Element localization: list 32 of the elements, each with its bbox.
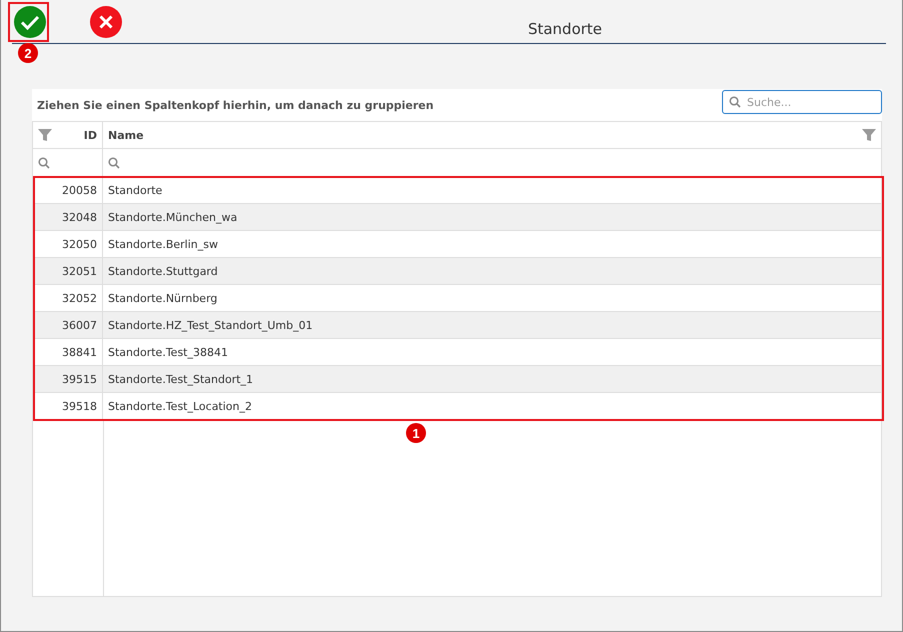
- cancel-button[interactable]: [88, 4, 124, 40]
- table-cell: 36007: [33, 312, 103, 338]
- search-icon: [38, 156, 50, 168]
- table-cell: 32048: [33, 204, 103, 230]
- table-cell: 32052: [33, 285, 103, 311]
- table-cell: 20058: [33, 177, 103, 203]
- search-icon: [729, 96, 741, 108]
- table-cell-text: Standorte: [107, 182, 164, 198]
- table-cell-text: Standorte.Test_Standort_1: [107, 372, 254, 388]
- filter-icon[interactable]: [862, 128, 876, 142]
- confirm-button[interactable]: [12, 4, 48, 40]
- table-cell-text: Standorte.Nürnberg: [107, 290, 218, 306]
- table-cell-text: Standorte.Test_38841: [107, 344, 229, 361]
- search-icon: [108, 156, 120, 168]
- table-cell-text: Standorte.München_wa: [107, 210, 238, 226]
- filter-icon[interactable]: [38, 128, 52, 142]
- table-cell: 39515: [33, 366, 103, 392]
- table-cell-text: Standorte.HZ_Test_Standort_Umb_01: [107, 318, 314, 334]
- table-cell: 32051: [33, 258, 103, 284]
- table-cell: 32050: [33, 231, 103, 257]
- column-header[interactable]: Name: [108, 128, 144, 142]
- table-cell-text: Standorte.Test_Location_2: [107, 398, 254, 415]
- window-title: Standorte: [526, 20, 604, 38]
- table-cell-text: Standorte.Berlin_sw: [107, 236, 219, 253]
- table-cell: 38841: [33, 339, 103, 365]
- callout-number: 2: [18, 43, 38, 63]
- column-header[interactable]: ID: [84, 128, 97, 142]
- table-cell-text: Standorte.Stuttgard: [107, 264, 219, 280]
- search-field[interactable]: Suche...: [722, 90, 882, 114]
- table-cell: 39518: [33, 393, 103, 419]
- highlight-frame: [8, 2, 49, 42]
- group-hint: Ziehen Sie einen Spaltenkopf hierhin, um danach zu gruppieren: [37, 98, 434, 112]
